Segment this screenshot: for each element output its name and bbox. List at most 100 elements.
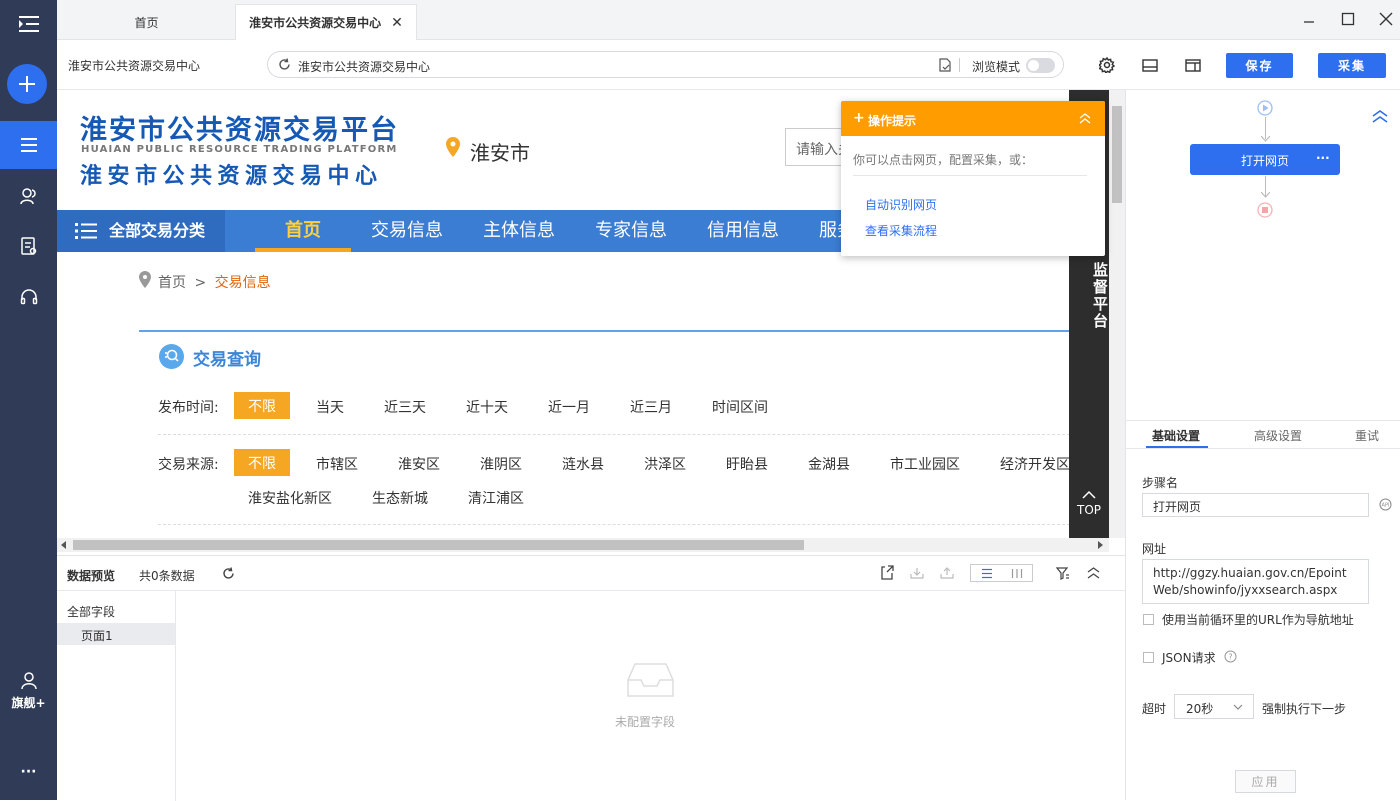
maximize-icon[interactable] (1341, 12, 1355, 26)
url-input[interactable]: 淮安市公共资源交易中心 浏览模式 (267, 51, 1064, 78)
layout-side-icon[interactable] (1185, 59, 1201, 72)
city-selector[interactable]: 淮安市 (470, 137, 530, 166)
document-icon (20, 237, 36, 255)
task-list-button[interactable] (0, 121, 57, 169)
flow-end-icon (1257, 202, 1273, 218)
site-nav-trade[interactable]: 交易信息 (371, 210, 443, 252)
profile-button[interactable]: 旗舰+ (0, 672, 57, 711)
site-nav-home[interactable]: 首页 (255, 210, 351, 252)
source-option[interactable]: 洪泽区 (644, 454, 686, 474)
h-scrollbar-thumb[interactable] (73, 540, 804, 550)
step-name-input[interactable]: 打开网页 (1142, 493, 1369, 517)
upload-icon[interactable] (940, 567, 954, 579)
apply-button[interactable]: 应用 (1235, 770, 1296, 793)
source-option[interactable]: 市辖区 (316, 454, 358, 474)
tabs-divider (1126, 448, 1400, 449)
tab-current[interactable]: 淮安市公共资源交易中心 ✕ (235, 4, 417, 40)
export-icon[interactable] (880, 565, 894, 580)
source-option[interactable]: 金湖县 (808, 454, 850, 474)
column-view-icon[interactable] (1011, 568, 1023, 579)
time-option-today[interactable]: 当天 (316, 397, 344, 417)
scroll-left-icon[interactable] (61, 541, 67, 549)
source-option[interactable]: 经济开发区 (1000, 454, 1070, 474)
source-option[interactable]: 淮阴区 (480, 454, 522, 474)
plus-icon: + (853, 110, 865, 126)
time-option-range[interactable]: 时间区间 (712, 397, 768, 417)
tip-description: 你可以点击网页，配置采集，或： (853, 153, 1034, 167)
collapse-icon[interactable] (1079, 113, 1091, 124)
time-option-10days[interactable]: 近十天 (466, 397, 508, 417)
source-option[interactable]: 盱眙县 (726, 454, 768, 474)
time-option-1month[interactable]: 近一月 (548, 397, 590, 417)
site-search-input[interactable]: 请输入关 (785, 128, 845, 166)
more-button[interactable]: ··· (0, 764, 57, 780)
source-option[interactable]: 市工业园区 (890, 454, 960, 474)
document-button[interactable] (0, 222, 57, 270)
chevron-down-icon (1233, 704, 1243, 710)
tab-advanced-settings[interactable]: 高级设置 (1254, 427, 1302, 444)
filter-icon[interactable] (1056, 567, 1070, 580)
source-option[interactable]: 涟水县 (562, 454, 604, 474)
source-option-all[interactable]: 不限 (234, 449, 290, 476)
scroll-right-icon[interactable] (1097, 541, 1103, 549)
tab-home[interactable]: 首页 (69, 4, 224, 40)
search-section-icon (159, 344, 184, 369)
horizontal-scrollbar[interactable] (57, 538, 1109, 552)
collapse-menu-icon[interactable] (0, 0, 57, 48)
help-icon[interactable]: ? (1224, 650, 1237, 663)
site-nav-subject[interactable]: 主体信息 (483, 210, 555, 252)
minimize-icon[interactable] (1302, 12, 1316, 26)
save-button[interactable]: 保存 (1226, 53, 1293, 78)
api-icon[interactable]: API (1379, 498, 1392, 511)
time-option-3months[interactable]: 近三月 (630, 397, 672, 417)
page-source-icon[interactable] (939, 58, 952, 72)
source-option[interactable]: 生态新城 (372, 488, 428, 508)
breadcrumb-home[interactable]: 首页 (158, 275, 186, 291)
download-icon[interactable] (910, 567, 924, 579)
source-option[interactable]: 淮安区 (398, 454, 440, 474)
source-option[interactable]: 清江浦区 (468, 488, 524, 508)
scrollbar-thumb[interactable] (1112, 106, 1122, 203)
left-rail: 旗舰+ ··· (0, 0, 57, 800)
tab-basic-settings[interactable]: 基础设置 (1152, 427, 1200, 444)
site-logo-english: HUAIAN PUBLIC RESOURCE TRADING PLATFORM (81, 144, 398, 155)
json-request-checkbox[interactable] (1143, 652, 1154, 663)
use-loop-url-checkbox[interactable] (1143, 614, 1154, 625)
tab-current-label: 淮安市公共资源交易中心 (249, 16, 382, 30)
all-fields-item[interactable]: 全部字段 (67, 603, 115, 620)
back-to-top-label[interactable]: TOP (1069, 503, 1109, 517)
tab-retry[interactable]: 重试 (1355, 427, 1379, 444)
collapse-preview-icon[interactable] (1087, 567, 1100, 579)
list-view-icon[interactable] (981, 568, 993, 579)
page1-item[interactable]: 页面1 (57, 623, 175, 645)
title-bar: 首页 淮安市公共资源交易中心 ✕ (57, 0, 1400, 40)
reload-icon[interactable] (278, 58, 291, 71)
site-logo-title: 淮安市公共资源交易平台 (80, 115, 399, 146)
timeout-select[interactable]: 20秒 (1174, 694, 1254, 719)
url-textarea[interactable]: http://ggzy.huaian.gov.cn/EpointWeb/show… (1142, 559, 1369, 604)
auto-detect-link[interactable]: 自动识别网页 (865, 196, 937, 213)
source-option[interactable]: 淮安盐化新区 (248, 488, 332, 508)
view-flow-link[interactable]: 查看采集流程 (865, 222, 937, 239)
panel-divider (1126, 420, 1400, 421)
flow-step-more-icon[interactable]: ··· (1316, 151, 1330, 165)
browse-mode-toggle[interactable] (1026, 58, 1055, 73)
new-task-button[interactable] (7, 64, 47, 104)
site-nav-credit[interactable]: 信用信息 (707, 210, 779, 252)
flow-step-open-page[interactable]: 打开网页 ··· (1190, 144, 1340, 175)
vertical-scrollbar[interactable] (1109, 90, 1125, 538)
close-tab-icon[interactable]: ✕ (391, 15, 403, 31)
close-window-icon[interactable] (1379, 12, 1393, 26)
refresh-icon[interactable] (222, 567, 235, 580)
site-nav-expert[interactable]: 专家信息 (595, 210, 667, 252)
collect-button[interactable]: 采集 (1318, 53, 1386, 78)
all-categories-button[interactable]: 全部交易分类 (57, 210, 225, 252)
support-button[interactable] (0, 273, 57, 321)
collapse-flow-icon[interactable] (1372, 110, 1388, 123)
time-option-3days[interactable]: 近三天 (384, 397, 426, 417)
preview-title: 数据预览 (67, 569, 116, 583)
gear-icon[interactable] (1099, 57, 1115, 73)
users-button[interactable] (0, 172, 57, 220)
layout-bottom-icon[interactable] (1142, 59, 1158, 72)
time-option-all[interactable]: 不限 (234, 392, 290, 419)
